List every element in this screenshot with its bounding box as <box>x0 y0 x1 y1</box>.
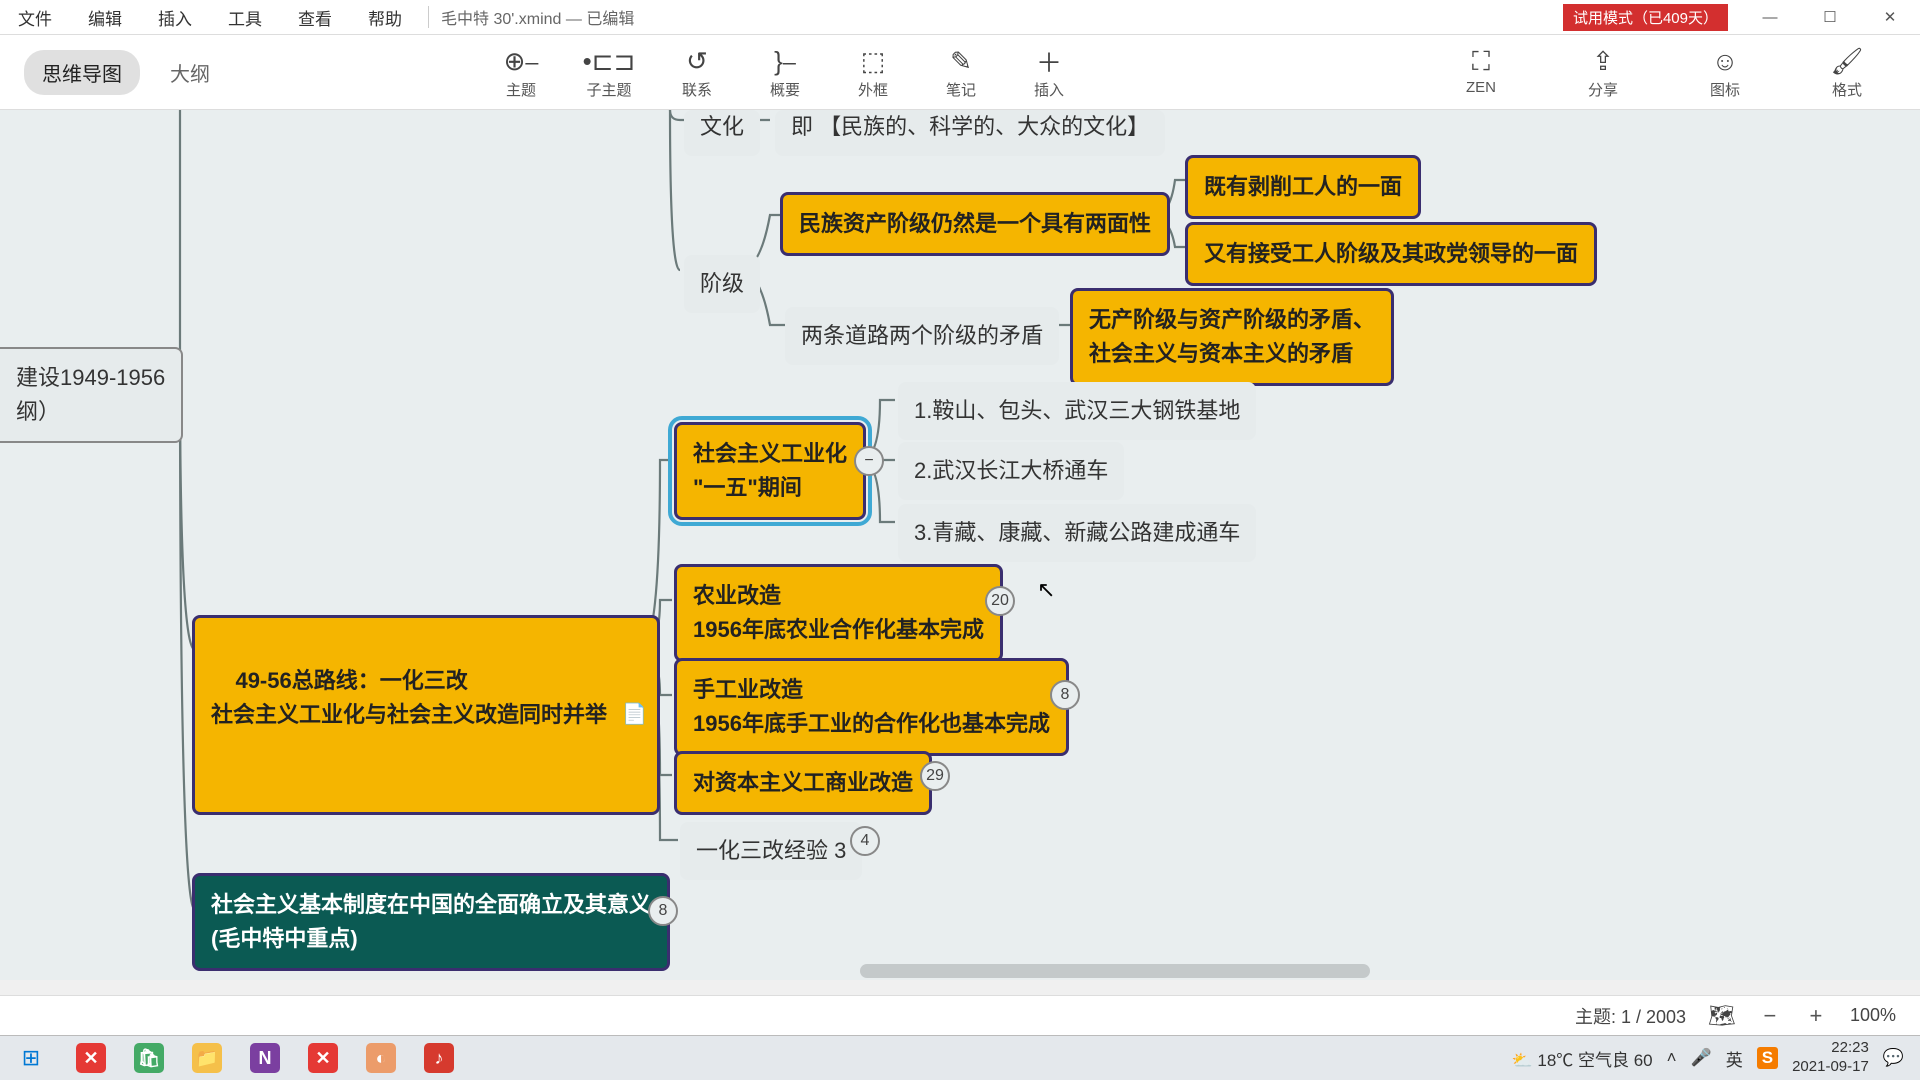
node-general-line-text: 49-56总路线：一化三改 社会主义工业化与社会主义改造同时并举 <box>211 668 607 727</box>
zoom-out-button[interactable]: − <box>1758 1003 1782 1029</box>
minimize-button[interactable]: — <box>1740 0 1800 34</box>
subtopic-icon: •⊏⊐ <box>583 45 636 79</box>
plus-icon: ＋ <box>1036 45 1062 79</box>
child-count-system[interactable]: 8 <box>648 896 678 926</box>
tray-mic-icon[interactable]: 🎤 <box>1691 1048 1712 1068</box>
maximize-button[interactable]: ☐ <box>1800 0 1860 34</box>
marker-icon: ☺ <box>1712 45 1739 79</box>
zoom-level: 100% <box>1850 1005 1896 1026</box>
menu-edit[interactable]: 编辑 <box>70 5 140 30</box>
node-agriculture[interactable]: 农业改造 1956年底农业合作化基本完成 <box>674 564 1003 662</box>
tool-zen[interactable]: ⛶ZEN <box>1448 45 1514 100</box>
node-led-by[interactable]: 又有接受工人阶级及其政党领导的一面 <box>1185 222 1597 286</box>
tool-marker[interactable]: ☺图标 <box>1692 45 1758 100</box>
zen-icon: ⛶ <box>1472 45 1490 79</box>
weather-icon: ⛅ <box>1511 1051 1532 1070</box>
node-steel-bases[interactable]: 1.鞍山、包头、武汉三大钢铁基地 <box>898 382 1256 440</box>
notification-icon[interactable]: 💬 <box>1883 1048 1904 1068</box>
tool-format[interactable]: 🖌格式 <box>1814 45 1880 100</box>
task-explorer[interactable]: 📁 <box>178 1036 236 1080</box>
system-tray: ⛅ 18℃ 空气良 60 ˄ 🎤 英 S 22:23 2021-09-17 💬 <box>1511 1039 1920 1077</box>
child-count-experience[interactable]: 4 <box>850 826 880 856</box>
tray-chevron-icon[interactable]: ˄ <box>1667 1048 1677 1068</box>
task-app1[interactable]: ◐ <box>352 1036 410 1080</box>
node-two-roads[interactable]: 两条道路两个阶级的矛盾 <box>785 307 1059 365</box>
tool-insert[interactable]: ＋插入 <box>1016 45 1082 100</box>
clock-time: 22:23 <box>1831 1039 1869 1058</box>
task-netease[interactable]: ♪ <box>410 1036 468 1080</box>
tool-share[interactable]: ⇪分享 <box>1570 45 1636 100</box>
tool-relation[interactable]: ↺联系 <box>664 45 730 100</box>
menu-tools[interactable]: 工具 <box>210 5 280 30</box>
trial-badge[interactable]: 试用模式（已409天） <box>1563 4 1728 31</box>
tab-mindmap[interactable]: 思维导图 <box>24 50 140 95</box>
node-capitalist-commerce[interactable]: 对资本主义工商业改造 <box>674 751 932 815</box>
child-count-capitalist[interactable]: 29 <box>920 761 950 791</box>
node-bridge[interactable]: 2.武汉长江大桥通车 <box>898 442 1124 500</box>
start-button[interactable]: ⊞ <box>0 1036 62 1080</box>
clock-date: 2021-09-17 <box>1792 1058 1869 1077</box>
child-count-handicraft[interactable]: 8 <box>1050 680 1080 710</box>
summary-icon: }⎯ <box>774 45 796 79</box>
toolbar: 思维导图 大纲 ⊕⎯主题 •⊏⊐子主题 ↺联系 }⎯概要 ⬚外框 ✎笔记 ＋插入… <box>0 35 1920 110</box>
tool-summary[interactable]: }⎯概要 <box>752 45 818 100</box>
node-highways[interactable]: 3.青藏、康藏、新藏公路建成通车 <box>898 504 1256 562</box>
node-general-line[interactable]: 49-56总路线：一化三改 社会主义工业化与社会主义改造同时并举 📄 <box>192 615 660 815</box>
node-handicraft[interactable]: 手工业改造 1956年底手工业的合作化也基本完成 <box>674 658 1069 756</box>
menu-view[interactable]: 查看 <box>280 5 350 30</box>
node-bourgeois[interactable]: 民族资产阶级仍然是一个具有两面性 <box>780 192 1170 256</box>
node-culture-detail[interactable]: 即 【民族的、科学的、大众的文化】 <box>775 110 1165 156</box>
tool-boundary[interactable]: ⬚外框 <box>840 45 906 100</box>
format-icon: 🖌 <box>1830 45 1863 79</box>
mindmap-canvas[interactable]: 建设1949-1956 纲） 文化 即 【民族的、科学的、大众的文化】 阶级 民… <box>0 110 1920 980</box>
cursor-icon: ↖ <box>1037 577 1055 603</box>
task-xmind1[interactable]: ✕ <box>62 1036 120 1080</box>
node-experience[interactable]: 一化三改经验 3 <box>680 822 862 880</box>
divider <box>428 6 429 28</box>
node-socialist-system[interactable]: 社会主义基本制度在中国的全面确立及其意义 (毛中特中重点) <box>192 873 670 971</box>
topic-count: 主题: 1 / 2003 <box>1575 1003 1686 1029</box>
clock[interactable]: 22:23 2021-09-17 <box>1792 1039 1869 1077</box>
child-count-agriculture[interactable]: 20 <box>985 586 1015 616</box>
notes-icon: ✎ <box>950 45 972 79</box>
tool-notes[interactable]: ✎笔记 <box>928 45 994 100</box>
node-contradictions[interactable]: 无产阶级与资产阶级的矛盾、 社会主义与资本主义的矛盾 <box>1070 288 1394 386</box>
document-title: 毛中特 30'.xmind — 已编辑 <box>437 5 634 29</box>
node-culture-label[interactable]: 文化 <box>684 110 760 156</box>
zoom-in-button[interactable]: + <box>1804 1003 1828 1029</box>
titlebar: 文件 编辑 插入 工具 查看 帮助 毛中特 30'.xmind — 已编辑 试用… <box>0 0 1920 35</box>
weather-widget[interactable]: ⛅ 18℃ 空气良 60 <box>1511 1046 1652 1071</box>
note-icon[interactable]: 📄 <box>622 700 647 731</box>
node-exploit[interactable]: 既有剥削工人的一面 <box>1185 155 1421 219</box>
menu-help[interactable]: 帮助 <box>350 5 420 30</box>
topic-icon: ⊕⎯ <box>504 45 539 79</box>
taskbar: ⊞ ✕ 🛍 📁 N ✕ ◐ ♪ ⛅ 18℃ 空气良 60 ˄ 🎤 英 S 22:… <box>0 1035 1920 1080</box>
ime-indicator[interactable]: 英 <box>1726 1046 1743 1071</box>
boundary-icon: ⬚ <box>861 45 886 79</box>
node-industrialization[interactable]: 社会主义工业化 "一五"期间 <box>674 422 866 520</box>
statusbar: 主题: 1 / 2003 🗺 − + 100% <box>0 995 1920 1035</box>
horizontal-scrollbar[interactable] <box>860 964 1370 978</box>
task-xmind2[interactable]: ✕ <box>294 1036 352 1080</box>
sogou-ime-icon[interactable]: S <box>1757 1047 1778 1069</box>
node-root[interactable]: 建设1949-1956 纲） <box>0 347 183 443</box>
collapse-toggle-industrialization[interactable]: − <box>854 446 884 476</box>
map-overview-icon[interactable]: 🗺 <box>1708 1003 1736 1029</box>
tool-subtopic[interactable]: •⊏⊐子主题 <box>576 45 642 100</box>
node-class-label[interactable]: 阶级 <box>684 255 760 313</box>
task-onenote[interactable]: N <box>236 1036 294 1080</box>
task-store[interactable]: 🛍 <box>120 1036 178 1080</box>
share-icon: ⇪ <box>1592 45 1614 79</box>
close-button[interactable]: ✕ <box>1860 0 1920 34</box>
menu-insert[interactable]: 插入 <box>140 5 210 30</box>
tool-topic[interactable]: ⊕⎯主题 <box>488 45 554 100</box>
tab-outline[interactable]: 大纲 <box>152 50 228 95</box>
menu-file[interactable]: 文件 <box>0 5 70 30</box>
relation-icon: ↺ <box>686 45 708 79</box>
